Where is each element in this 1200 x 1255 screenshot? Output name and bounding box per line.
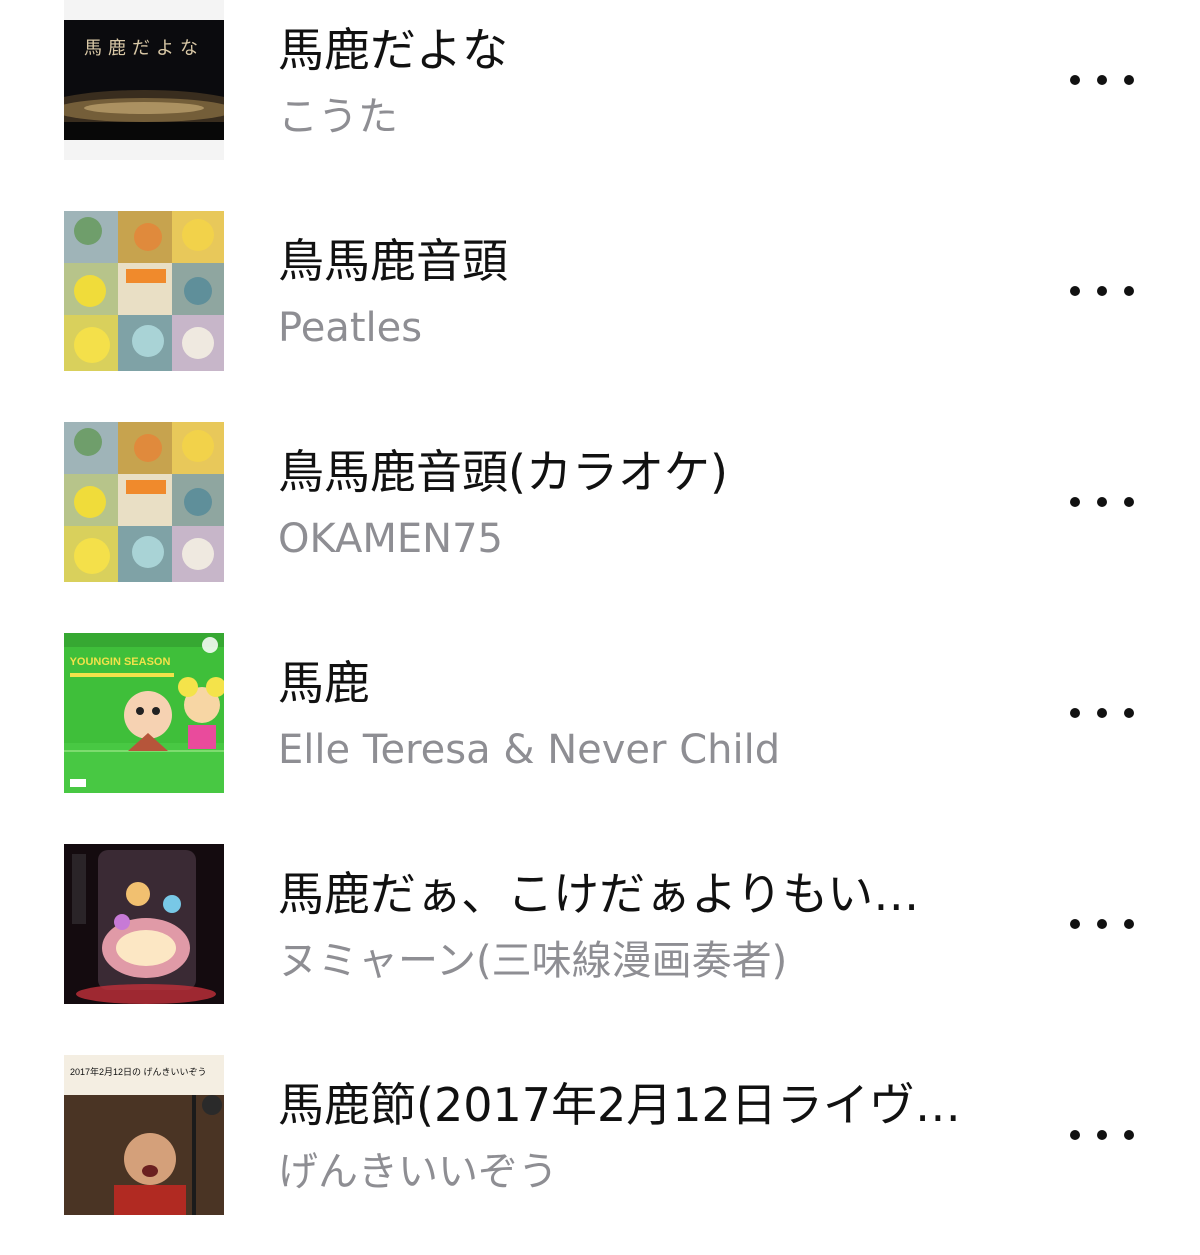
song-artist: げんきいいぞう [278, 1149, 558, 1195]
song-title: 馬鹿節(2017年2月12日ライヴ… [278, 1078, 961, 1132]
song-artist: OKAMEN75 [278, 516, 503, 562]
ellipsis-icon[interactable] [1064, 478, 1140, 526]
song-row[interactable]: 鳥馬鹿音頭 Peatles [0, 211, 1200, 411]
song-title: 鳥馬鹿音頭 [278, 234, 508, 288]
song-artist: Peatles [278, 305, 423, 351]
song-artist: Elle Teresa & Never Child [278, 727, 781, 773]
song-artist: こうた [278, 94, 398, 140]
album-art-youngin-season: YOUNGIN SEASON [64, 633, 224, 793]
ellipsis-icon[interactable] [1064, 56, 1140, 104]
song-list: 馬鹿だよな 馬鹿だよな こうた 鳥馬鹿音頭 Peatles 鳥馬鹿音頭(カラオケ… [0, 0, 1200, 1215]
album-art-glowing-jar [64, 844, 224, 1004]
album-art-text: 馬鹿だよな [84, 38, 204, 59]
song-title: 鳥馬鹿音頭(カラオケ) [278, 445, 728, 499]
album-art-night-city: 馬鹿だよな [64, 0, 224, 160]
song-row[interactable]: YOUNGIN SEASON 馬鹿 Elle Teresa & Never Ch… [0, 633, 1200, 833]
song-title: 馬鹿 [278, 656, 370, 710]
album-art-text: 2017年2月12日の げんきいいぞう [70, 1066, 207, 1077]
ellipsis-icon[interactable] [1064, 900, 1140, 948]
album-art-parakeet-collage [64, 422, 224, 582]
song-artist: ヌミャーン(三味線漫画奏者) [278, 938, 788, 984]
song-row[interactable]: 2017年2月12日の げんきいいぞう 馬鹿節(2017年2月12日ライヴ… げ… [0, 1055, 1200, 1255]
album-art-parakeet-collage [64, 211, 224, 371]
ellipsis-icon[interactable] [1064, 267, 1140, 315]
song-row[interactable]: 鳥馬鹿音頭(カラオケ) OKAMEN75 [0, 422, 1200, 622]
ellipsis-icon[interactable] [1064, 1111, 1140, 1159]
ellipsis-icon[interactable] [1064, 689, 1140, 737]
album-art-text: YOUNGIN SEASON [70, 656, 171, 668]
song-row[interactable]: 馬鹿だよな 馬鹿だよな こうた [0, 0, 1200, 200]
album-art-live-photo: 2017年2月12日の げんきいいぞう [64, 1055, 224, 1215]
song-title: 馬鹿だぁ、こけだぁよりもい… [278, 867, 920, 921]
song-row[interactable]: 馬鹿だぁ、こけだぁよりもい… ヌミャーン(三味線漫画奏者) [0, 844, 1200, 1044]
song-title: 馬鹿だよな [278, 23, 508, 77]
